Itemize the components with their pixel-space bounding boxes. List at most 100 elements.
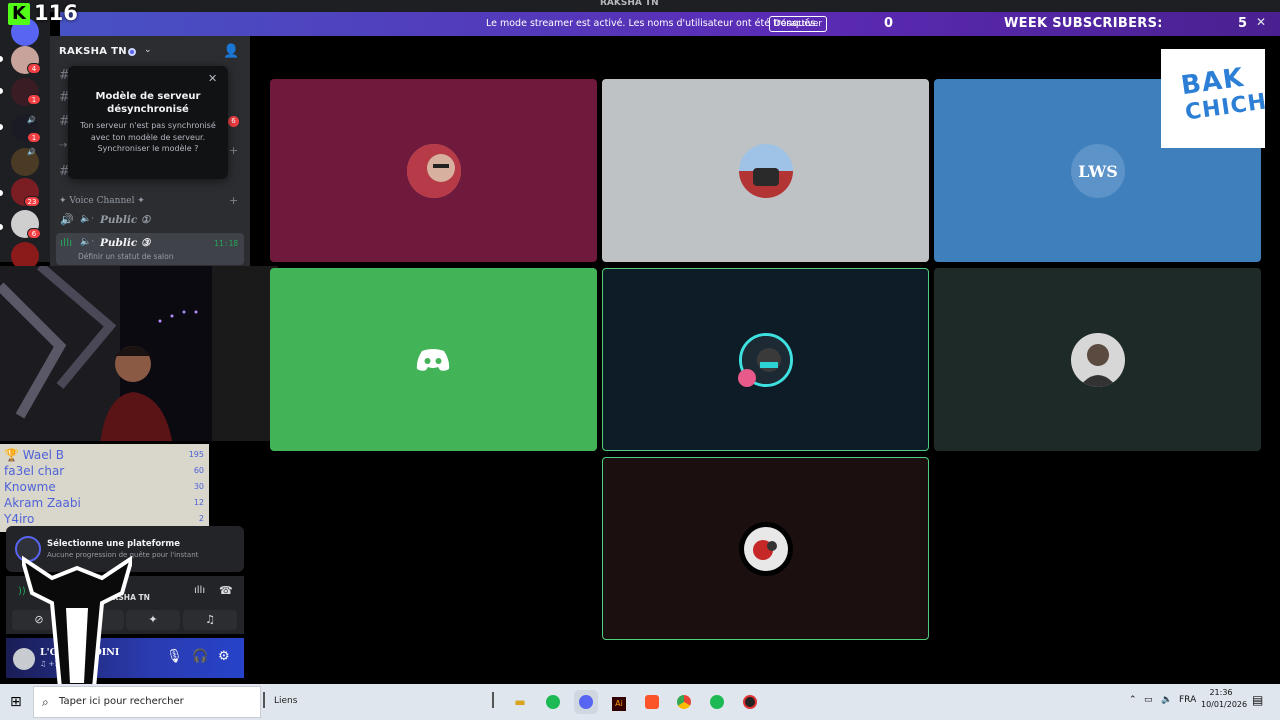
app-icon[interactable] <box>738 690 762 714</box>
brave-browser-icon[interactable] <box>640 690 664 714</box>
avatar <box>406 143 461 198</box>
noise-suppression-icon[interactable]: ıllı <box>194 585 205 596</box>
search-placeholder: Taper ici pour rechercher <box>59 696 184 707</box>
speaker-icon: 🔊 <box>60 213 74 226</box>
file-explorer-icon[interactable]: ▬ <box>508 690 532 714</box>
microphone-icon[interactable]: 🎙 <box>166 649 183 664</box>
overlay-counter: 0 <box>884 16 894 31</box>
leaderboard-name: Akram Zaabi <box>4 496 81 510</box>
notifications-icon[interactable]: ▤ <box>1252 693 1263 707</box>
avatar <box>738 521 793 576</box>
add-channel-icon[interactable]: + <box>229 144 238 157</box>
discord-taskbar-icon[interactable] <box>574 690 598 714</box>
leaderboard-name: 🏆 Wael B <box>4 448 64 462</box>
avatar <box>738 143 793 198</box>
clock-time: 21:36 <box>1209 688 1233 697</box>
leaderboard-widget: 🏆 Wael B 195 fa3el char 60 Knowme 30 Akr… <box>0 444 209 532</box>
network-icon[interactable]: ▭ <box>1144 695 1153 705</box>
participant-tile-speaking[interactable] <box>602 457 929 640</box>
trophy-icon: 🏆 <box>4 448 19 462</box>
participant-tile[interactable] <box>934 268 1261 451</box>
activities-button[interactable]: ✦ <box>126 610 180 630</box>
links-toolbar[interactable]: Liens <box>274 696 297 706</box>
channel-forum-icon[interactable]: ⇢ <box>59 140 67 151</box>
speaker-icon: 🔈· <box>80 237 95 247</box>
speaker-icon: 🔊 <box>27 116 36 124</box>
template-sync-popup: ✕ Modèle de serveur désynchronisé Ton se… <box>68 66 228 179</box>
unread-pill <box>0 56 3 62</box>
popup-body[interactable]: Ton serveur n'est pas synchronisé avec t… <box>76 120 220 155</box>
volume-icon[interactable]: 🔈 <box>1161 695 1172 705</box>
windows-start-icon[interactable]: ⊞ <box>10 694 22 710</box>
server-rail: 4 1 🔊 1 🔊 23 6 <box>0 12 50 270</box>
set-channel-status-link[interactable]: Définir un statut de salon <box>78 252 173 261</box>
clock-date: 10/01/2026 <box>1201 700 1248 709</box>
channel-mention-badge: 6 <box>228 116 239 127</box>
leaderboard-value: 60 <box>193 466 204 475</box>
unread-pill <box>0 124 3 130</box>
participant-tile[interactable] <box>270 268 597 451</box>
spotify-icon[interactable] <box>541 690 565 714</box>
participant-tile-speaking[interactable] <box>602 268 929 451</box>
search-icon: ⌕ <box>42 695 49 709</box>
add-channel-icon[interactable]: + <box>229 194 238 207</box>
language-indicator[interactable]: FRA <box>1179 695 1196 705</box>
leaderboard-row: Knowme 30 <box>4 480 204 496</box>
toolbar-separator <box>492 692 494 708</box>
avatar: LWS <box>1070 143 1125 198</box>
spotify-icon[interactable] <box>705 690 729 714</box>
leaderboard-name: Y4iro <box>4 512 35 526</box>
leaderboard-row: Akram Zaabi 12 <box>4 496 204 512</box>
avatar <box>1070 332 1125 387</box>
leaderboard-row: 🏆 Wael B 195 <box>4 448 204 464</box>
mention-badge: 1 <box>27 132 41 143</box>
soundboard-button[interactable]: ♫ <box>183 610 237 630</box>
voice-channel-label: Public ① <box>100 214 151 226</box>
avatar-lettering: LWS <box>1078 162 1118 181</box>
headphones-icon[interactable]: 🎧 <box>192 649 208 664</box>
close-icon[interactable]: ✕ <box>1256 15 1266 29</box>
kick-logo-icon: K <box>8 3 30 25</box>
streamer-mode-bar: Le mode streamer est activé. Les noms d'… <box>60 12 1280 36</box>
server-name[interactable]: RAKSHA TN <box>59 46 127 57</box>
week-subscribers-label: WEEK SUBSCRIBERS: <box>1004 16 1163 31</box>
mention-badge: 1 <box>27 94 41 105</box>
popup-title: Modèle de serveur désynchronisé <box>95 91 201 115</box>
leaderboard-value: 30 <box>193 482 204 491</box>
gear-icon[interactable]: ⚙ <box>218 649 230 664</box>
chrome-icon[interactable] <box>672 690 696 714</box>
server-boost-icon <box>128 48 136 56</box>
voice-channel-public-active[interactable]: ıllı 🔈· Public ③ 11:18 Définir un statut… <box>56 233 244 265</box>
streamer-silhouette <box>100 346 173 441</box>
unread-pill <box>0 88 3 94</box>
close-icon[interactable]: ✕ <box>208 72 217 85</box>
taskbar-search-input[interactable]: ⌕ Taper ici pour rechercher <box>33 686 261 718</box>
voice-channel-public-1[interactable]: 🔊 🔈· Public ① <box>56 210 244 230</box>
invite-people-icon[interactable]: 👤 <box>223 44 239 59</box>
unread-pill <box>0 190 3 196</box>
window-titlebar: RAKSHA TN <box>0 0 1280 12</box>
kick-viewer-count: 116 <box>34 1 78 25</box>
taskbar-clock[interactable]: 21:36 10/01/2026 <box>1201 687 1248 711</box>
participant-tile[interactable] <box>270 79 597 262</box>
decoration-icon <box>738 369 756 387</box>
windows-taskbar: ⊞ ⌕ Taper ici pour rechercher Liens ▬ Ai… <box>0 684 1280 720</box>
chevron-up-icon[interactable]: ⌃ <box>1129 695 1137 705</box>
participant-tile[interactable] <box>602 79 929 262</box>
voice-channel-label: Public ③ <box>100 237 151 249</box>
leaderboard-name: fa3el char <box>4 464 65 478</box>
mention-badge: 4 <box>27 63 41 74</box>
disable-streamer-button[interactable]: Désactiver <box>769 16 827 32</box>
leaderboard-value: 2 <box>198 514 204 523</box>
mention-badge: 6 <box>27 228 41 239</box>
screen: RAKSHA TN Le mode streamer est activé. L… <box>0 0 1280 720</box>
team-logo-icon <box>22 555 132 688</box>
illustrator-icon[interactable]: Ai <box>607 690 631 714</box>
speaker-icon: 🔈· <box>80 214 95 224</box>
speaker-icon: 🔊 <box>27 148 36 156</box>
leaderboard-value: 12 <box>193 498 204 507</box>
disconnect-icon[interactable]: ☎ <box>219 584 233 597</box>
window-title: RAKSHA TN <box>600 0 659 8</box>
chevron-down-icon[interactable]: ⌄ <box>144 45 152 55</box>
voice-category-label[interactable]: ✦ Voice Channel ✦ <box>59 196 145 206</box>
